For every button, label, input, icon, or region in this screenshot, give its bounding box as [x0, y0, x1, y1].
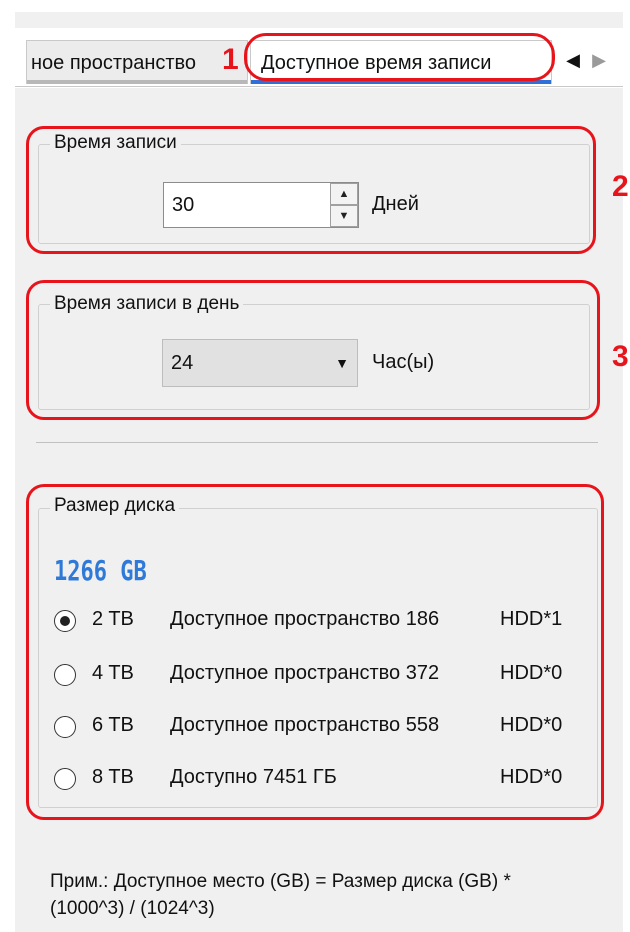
hours-per-day-value: 24 [171, 352, 194, 374]
disk-formula-note: Прим.: Доступное место (GB) = Размер дис… [50, 871, 511, 919]
annotation-number-3: 3 [612, 340, 629, 373]
radio-button[interactable] [54, 768, 76, 790]
record-time-title: Время записи [50, 132, 181, 154]
disk-option-8tb[interactable]: 8 TB Доступно 7451 ГБ HDD*0 [52, 762, 592, 798]
radio-button[interactable] [54, 664, 76, 686]
disk-option-hdd-count: HDD*0 [500, 662, 563, 684]
annotation-number-1: 1 [222, 43, 239, 76]
disk-option-hdd-count: HDD*1 [500, 608, 563, 630]
disk-option-hdd-count: HDD*0 [500, 714, 563, 736]
chevron-down-icon[interactable]: ▼ [335, 340, 349, 386]
hours-per-day-dropdown[interactable]: 24 ▼ [162, 339, 358, 387]
spin-up-icon[interactable]: ▲ [330, 183, 358, 205]
hours-per-day-unit: Час(ы) [372, 351, 435, 373]
disk-option-size: 2 TB [92, 608, 134, 630]
tab-free-space[interactable]: ное пространство [26, 40, 248, 84]
disk-option-hdd-count: HDD*0 [500, 766, 563, 788]
record-per-day-title: Время записи в день [50, 293, 244, 315]
disk-option-size: 4 TB [92, 662, 134, 684]
disk-option-size: 8 TB [92, 766, 134, 788]
disk-size-title: Размер диска [50, 495, 180, 517]
section-divider [36, 442, 598, 443]
record-days-spinbox[interactable]: 30 ▲ ▼ [163, 182, 359, 228]
record-days-value[interactable]: 30 [172, 183, 194, 227]
disk-option-2tb[interactable]: 2 TB Доступное пространство 186 HDD*1 [52, 604, 592, 640]
disk-option-description: Доступное пространство 186 [170, 608, 440, 630]
disk-option-4tb[interactable]: 4 TB Доступное пространство 372 HDD*0 [52, 658, 592, 694]
disk-size-value: 1266 GB [54, 556, 147, 588]
tab-scroll-left-icon[interactable]: ◀ [562, 40, 584, 80]
disk-option-description: Доступное пространство 372 [170, 662, 440, 684]
disk-option-6tb[interactable]: 6 TB Доступное пространство 558 HDD*0 [52, 710, 592, 746]
record-days-unit: Дней [372, 193, 419, 215]
disk-option-size: 6 TB [92, 714, 134, 736]
radio-button[interactable] [54, 716, 76, 738]
spin-down-icon[interactable]: ▼ [330, 205, 358, 227]
annotation-box-1 [244, 33, 555, 81]
tab-strip-divider [15, 86, 623, 87]
disk-option-description: Доступное пространство 558 [170, 714, 440, 736]
tab-scroll-right-icon[interactable]: ▶ [588, 40, 610, 80]
radio-button-selected[interactable] [54, 610, 76, 632]
disk-option-description: Доступно 7451 ГБ [170, 766, 337, 788]
annotation-number-2: 2 [612, 170, 629, 203]
